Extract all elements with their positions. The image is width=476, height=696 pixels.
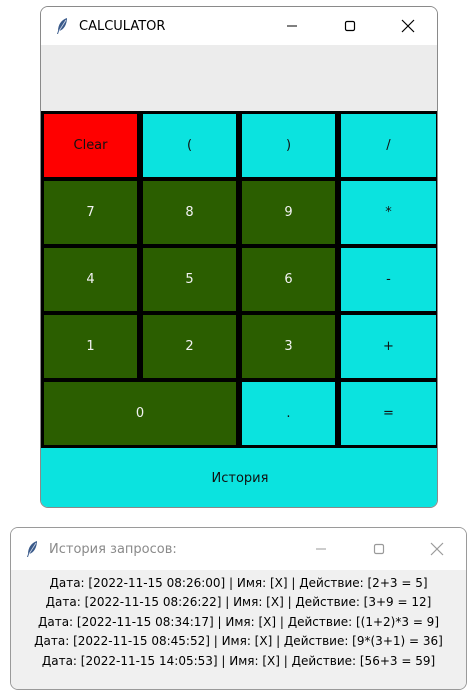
- digit-8-button[interactable]: 8: [140, 178, 239, 247]
- history-window-title: История запросов:: [49, 541, 177, 557]
- history-entry: Дата: [2022-11-15 08:26:00] | Имя: [X] |…: [49, 576, 428, 590]
- digit-1-button[interactable]: 1: [41, 312, 140, 381]
- digit-6-button[interactable]: 6: [239, 245, 338, 314]
- minus-button[interactable]: -: [338, 245, 437, 314]
- calculator-window: CALCULATOR Clear ( ) / 7 8 9 * 4 5 6 - 1…: [40, 6, 438, 508]
- feather-icon: [57, 18, 67, 34]
- history-titlebar[interactable]: История запросов:: [11, 528, 466, 570]
- minimize-icon: [316, 548, 326, 550]
- calculator-titlebar[interactable]: CALCULATOR: [41, 7, 437, 45]
- feather-icon: [27, 541, 37, 557]
- history-minimize-button[interactable]: [292, 528, 350, 570]
- maximize-button[interactable]: [321, 7, 379, 45]
- right-paren-button[interactable]: ): [239, 111, 338, 180]
- calculator-display: [41, 45, 437, 111]
- maximize-icon: [373, 543, 385, 555]
- multiply-button[interactable]: *: [338, 178, 437, 247]
- plus-button[interactable]: +: [338, 312, 437, 381]
- minimize-button[interactable]: [263, 7, 321, 45]
- digit-5-button[interactable]: 5: [140, 245, 239, 314]
- close-icon: [430, 542, 444, 556]
- history-list: Дата: [2022-11-15 08:26:00] | Имя: [X] |…: [11, 570, 466, 689]
- history-entry: Дата: [2022-11-15 08:26:22] | Имя: [X] |…: [45, 595, 432, 610]
- history-entry: Дата: [2022-11-15 08:34:17] | Имя: [X] |…: [37, 614, 440, 629]
- digit-3-button[interactable]: 3: [239, 312, 338, 381]
- maximize-icon: [344, 20, 356, 32]
- decimal-point-button[interactable]: .: [239, 379, 338, 448]
- history-maximize-button[interactable]: [350, 528, 408, 570]
- keypad: Clear ( ) / 7 8 9 * 4 5 6 - 1 2 3 + 0 . …: [41, 111, 437, 507]
- close-button[interactable]: [379, 7, 437, 45]
- digit-0-button[interactable]: 0: [41, 379, 239, 448]
- digit-2-button[interactable]: 2: [140, 312, 239, 381]
- divide-button[interactable]: /: [338, 111, 437, 180]
- history-button[interactable]: История: [41, 448, 437, 507]
- history-window: История запросов: Дата: [2022-11-15 08:2…: [10, 527, 467, 690]
- close-icon: [401, 19, 415, 33]
- history-entry: Дата: [2022-11-15 14:05:53] | Имя: [X] |…: [41, 653, 436, 668]
- history-entry: Дата: [2022-11-15 08:45:52] | Имя: [X] |…: [34, 634, 443, 649]
- equals-button[interactable]: =: [338, 379, 437, 448]
- digit-7-button[interactable]: 7: [41, 178, 140, 247]
- window-title: CALCULATOR: [79, 18, 166, 34]
- history-close-button[interactable]: [408, 528, 466, 570]
- clear-button[interactable]: Clear: [41, 111, 140, 180]
- minimize-icon: [287, 25, 297, 27]
- digit-4-button[interactable]: 4: [41, 245, 140, 314]
- left-paren-button[interactable]: (: [140, 111, 239, 180]
- digit-9-button[interactable]: 9: [239, 178, 338, 247]
